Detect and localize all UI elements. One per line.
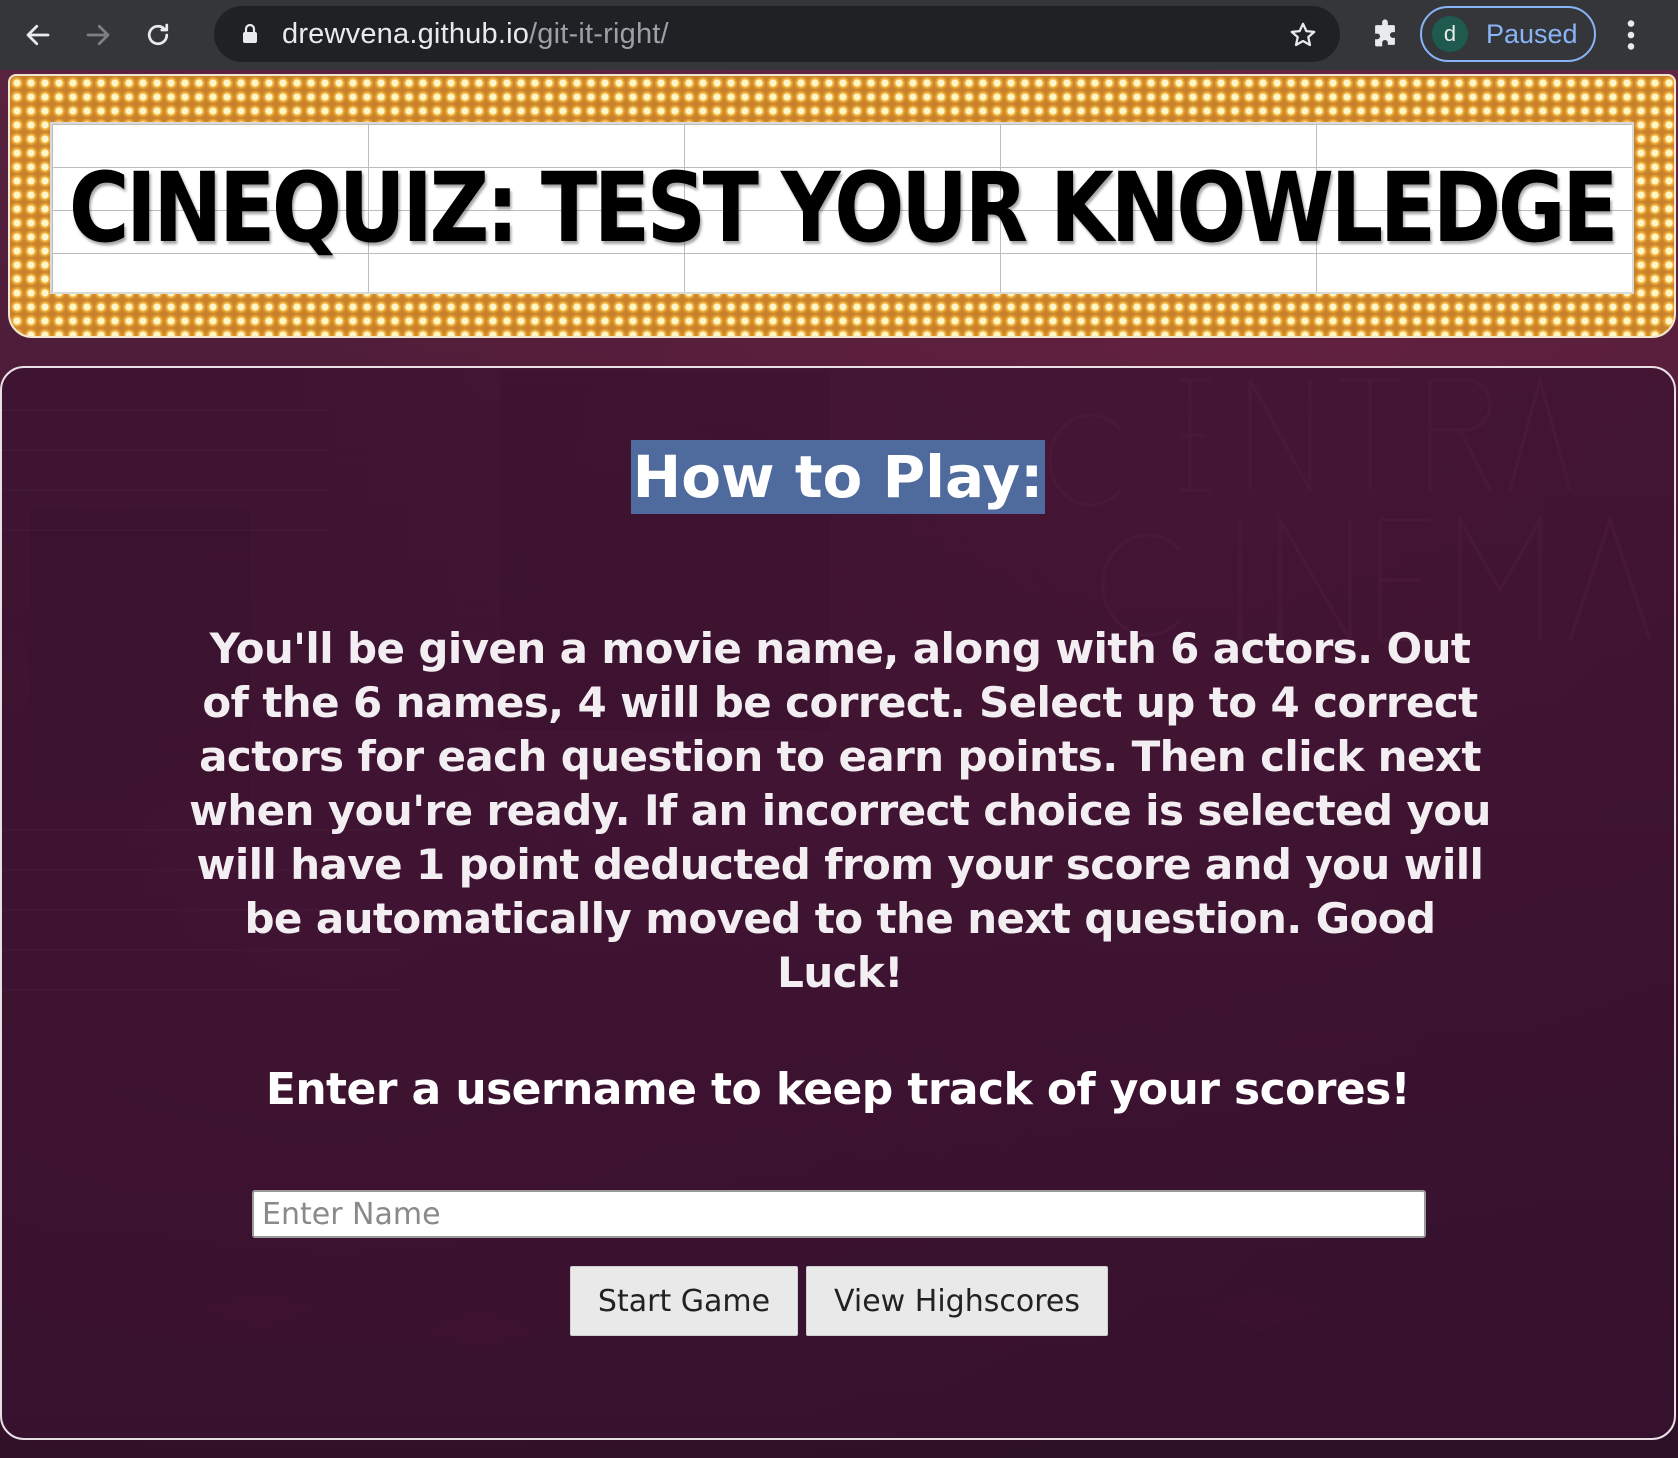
username-input[interactable] bbox=[252, 1190, 1426, 1238]
url-path: /git-it-right/ bbox=[529, 17, 669, 50]
page-title: CINEQUIZ: TEST YOUR KNOWLEDGE bbox=[68, 152, 1619, 264]
back-button[interactable] bbox=[12, 9, 64, 61]
profile-status-label: Paused bbox=[1486, 18, 1578, 49]
username-prompt: Enter a username to keep track of your s… bbox=[265, 1064, 1411, 1115]
back-arrow-icon bbox=[26, 24, 50, 46]
reload-button[interactable] bbox=[132, 9, 184, 61]
how-to-play-heading: How to Play: bbox=[630, 440, 1046, 514]
address-bar[interactable]: drewvena.github.io/git-it-right/ bbox=[214, 6, 1340, 62]
forward-button[interactable] bbox=[72, 9, 124, 61]
heading-wrapper: How to Play: bbox=[2, 440, 1674, 514]
marquee-board: CINEQUIZ: TEST YOUR KNOWLEDGE bbox=[50, 122, 1634, 294]
url-host: drewvena.github.io bbox=[282, 17, 530, 50]
page-content: CINEQUIZ: TEST YOUR KNOWLEDGE How to Pla… bbox=[0, 70, 1678, 1458]
star-icon[interactable] bbox=[1288, 20, 1318, 50]
start-game-button[interactable]: Start Game bbox=[570, 1266, 798, 1336]
extensions-puzzle-icon[interactable] bbox=[1368, 18, 1402, 52]
view-highscores-button[interactable]: View Highscores bbox=[806, 1266, 1108, 1336]
profile-button[interactable]: d Paused bbox=[1420, 6, 1596, 62]
browser-toolbar: drewvena.github.io/git-it-right/ d Pause… bbox=[0, 0, 1678, 70]
lock-icon bbox=[243, 23, 257, 43]
marquee-header: CINEQUIZ: TEST YOUR KNOWLEDGE bbox=[8, 74, 1676, 338]
instructions-text: You'll be given a movie name, along with… bbox=[189, 624, 1491, 997]
url-text: drewvena.github.io/git-it-right/ bbox=[282, 18, 669, 51]
forward-arrow-icon bbox=[86, 24, 110, 46]
avatar: d bbox=[1432, 16, 1468, 52]
instructions-panel: How to Play: You'll be given a movie nam… bbox=[0, 366, 1676, 1440]
menu-kebab-icon[interactable] bbox=[1616, 16, 1646, 54]
reload-icon bbox=[147, 23, 169, 46]
